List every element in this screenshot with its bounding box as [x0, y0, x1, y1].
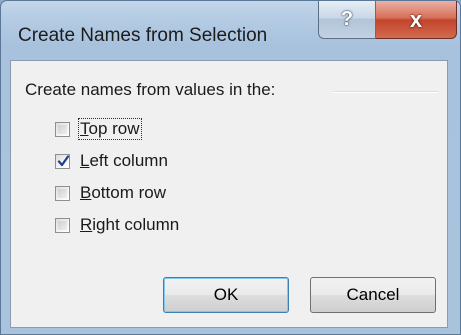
option-right-column[interactable]: Right column: [55, 214, 180, 236]
title-bar[interactable]: Create Names from Selection ? x: [1, 1, 460, 61]
option-left-column[interactable]: Left column: [55, 150, 169, 172]
left-column-checkbox[interactable]: [55, 153, 70, 169]
checkmark-icon: [57, 154, 70, 166]
window-title: Create Names from Selection: [18, 25, 268, 46]
left-column-label: Left column: [80, 151, 168, 170]
bottom-row-label: Bottom row: [80, 183, 166, 202]
ok-button[interactable]: OK: [163, 277, 289, 313]
close-button[interactable]: x: [376, 1, 457, 39]
help-button[interactable]: ?: [318, 1, 376, 39]
group-label: Create names from values in the:: [25, 80, 276, 99]
close-icon: x: [409, 6, 423, 32]
right-column-checkbox[interactable]: [55, 217, 70, 233]
option-top-row[interactable]: Top row: [55, 118, 142, 140]
caption-buttons: ? x: [318, 1, 457, 41]
group-divider: [333, 91, 438, 93]
option-bottom-row[interactable]: Bottom row: [55, 182, 167, 204]
top-row-label: Top row: [78, 118, 142, 140]
help-icon: ?: [340, 8, 354, 30]
right-column-label: Right column: [80, 215, 180, 234]
top-row-checkbox[interactable]: [55, 121, 70, 137]
cancel-button[interactable]: Cancel: [310, 277, 436, 313]
bottom-row-checkbox[interactable]: [55, 185, 70, 201]
